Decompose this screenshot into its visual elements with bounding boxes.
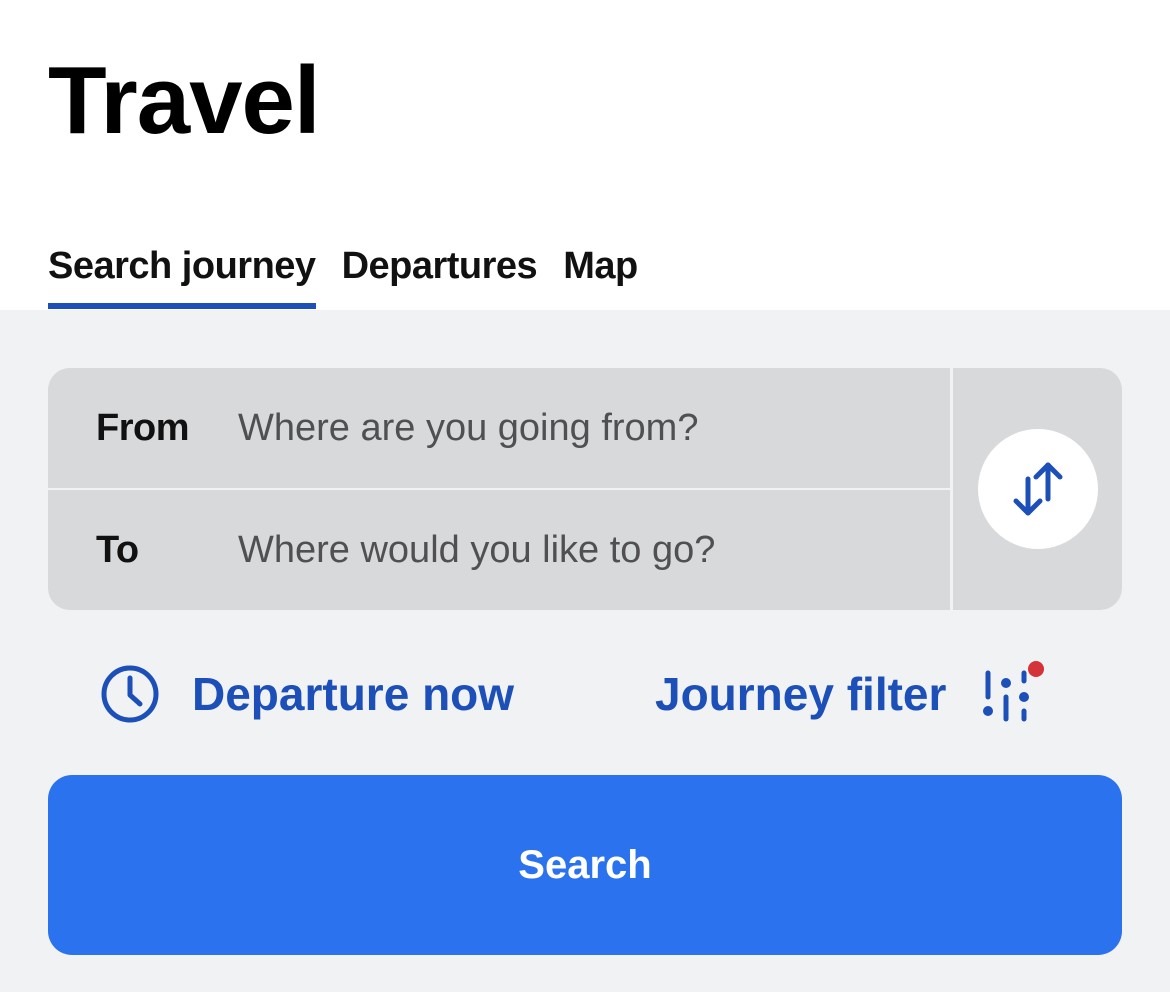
swap-button[interactable]	[978, 429, 1098, 549]
swap-vertical-arrows-icon	[1013, 462, 1063, 516]
from-input[interactable]	[238, 406, 918, 450]
search-button[interactable]: Search	[48, 775, 1122, 955]
column-divider	[950, 368, 953, 610]
tab-search-journey[interactable]: Search journey	[48, 240, 316, 310]
tab-bar: Search journey Departures Map	[48, 240, 664, 310]
to-row[interactable]: To	[48, 490, 950, 610]
tab-departures[interactable]: Departures	[342, 240, 538, 310]
sliders-filter-icon	[983, 661, 1045, 722]
search-panel: From To	[0, 310, 1170, 992]
departure-label: Departure now	[192, 668, 515, 720]
route-inputs: From To	[48, 368, 1122, 610]
clock-icon	[101, 665, 159, 723]
page-title: Travel	[48, 47, 321, 154]
departure-time-option[interactable]: Departure now	[100, 664, 514, 724]
from-row[interactable]: From	[48, 368, 950, 488]
header: Travel Search journey Departures Map	[0, 0, 1170, 310]
filter-indicator-dot	[1028, 661, 1045, 677]
search-options: Departure now Journey filter	[0, 650, 1170, 740]
filter-icon-wrap	[978, 661, 1045, 727]
journey-filter-label: Journey filter	[655, 668, 947, 720]
to-label: To	[96, 528, 139, 571]
journey-filter-option[interactable]: Journey filter	[655, 661, 1045, 727]
tab-map[interactable]: Map	[563, 240, 638, 310]
to-input[interactable]	[238, 528, 918, 572]
from-label: From	[96, 406, 190, 449]
